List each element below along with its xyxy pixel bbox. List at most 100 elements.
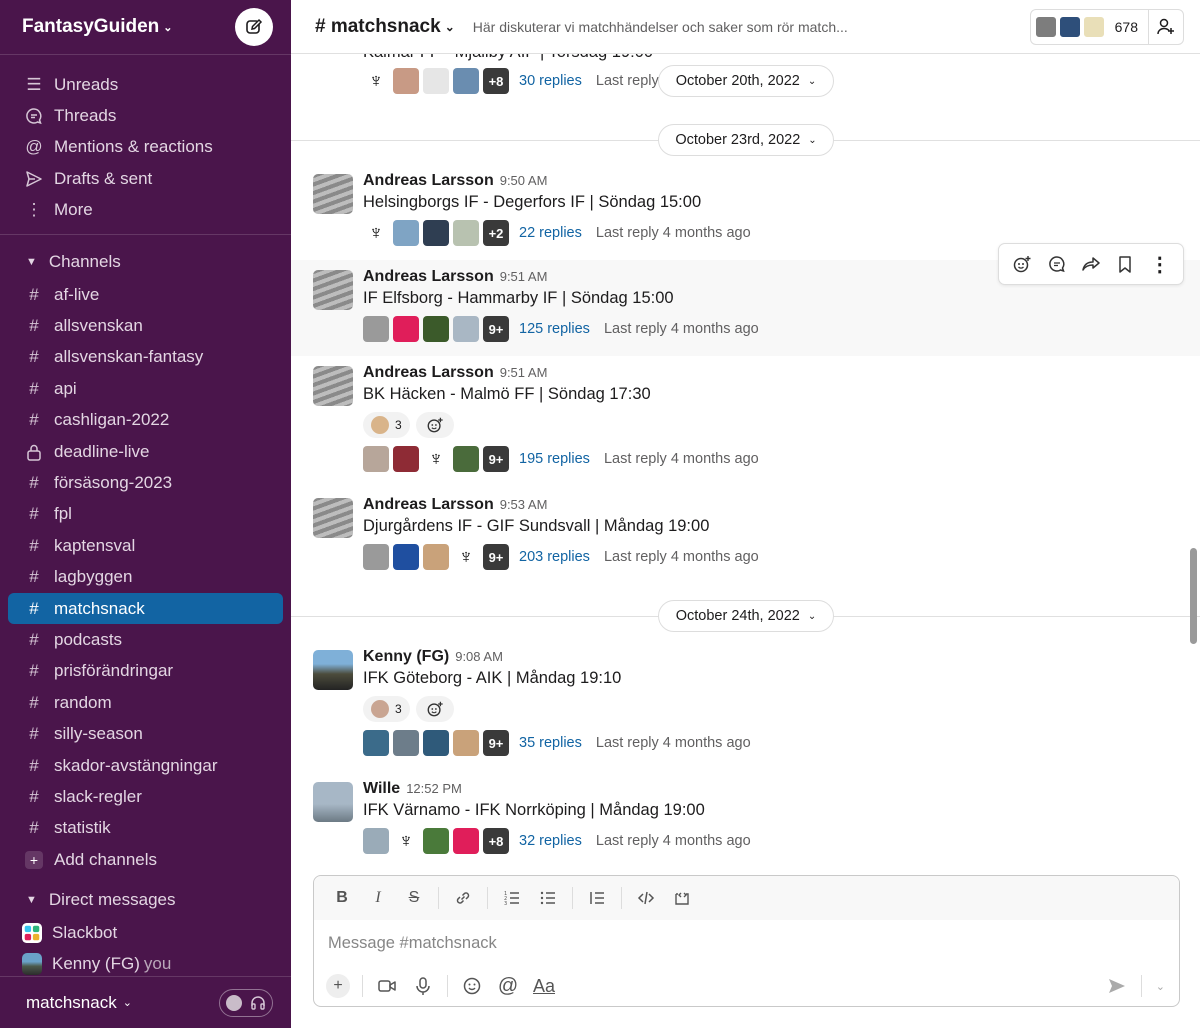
- dm-slackbot[interactable]: Slackbot: [0, 917, 291, 948]
- timestamp[interactable]: 9:50 AM: [500, 173, 548, 188]
- bold-icon[interactable]: B: [326, 882, 358, 914]
- avatar[interactable]: [313, 498, 353, 538]
- video-icon[interactable]: [371, 970, 403, 1002]
- bullet-list-icon[interactable]: [532, 882, 564, 914]
- author-name[interactable]: Andreas Larsson: [363, 496, 494, 513]
- timestamp[interactable]: 9:08 AM: [455, 649, 503, 664]
- replies-link[interactable]: 22 replies: [519, 225, 582, 241]
- sidebar-channel-random[interactable]: # random: [0, 687, 291, 718]
- sidebar-channel-cashligan-2022[interactable]: # cashligan-2022: [0, 405, 291, 436]
- timestamp[interactable]: 12:52 PM: [406, 781, 462, 796]
- thread-summary[interactable]: ♆ +8 30 replies Last reply: [363, 68, 659, 94]
- avatar[interactable]: [313, 270, 353, 310]
- sidebar-channel-silly-season[interactable]: # silly-season: [0, 718, 291, 749]
- sidebar-channel-försäsong-2023[interactable]: # försäsong-2023: [0, 467, 291, 498]
- avatar[interactable]: [313, 366, 353, 406]
- sidebar-channel-skador-avstängningar[interactable]: # skador-avstängningar: [0, 750, 291, 781]
- avatar[interactable]: [313, 174, 353, 214]
- attach-button[interactable]: +: [322, 970, 354, 1002]
- timestamp[interactable]: 9:51 AM: [500, 269, 548, 284]
- mention-icon[interactable]: @: [492, 970, 524, 1002]
- scrollbar-thumb[interactable]: [1190, 548, 1197, 644]
- sidebar-channel-matchsnack[interactable]: # matchsnack: [8, 592, 283, 625]
- nav-threads[interactable]: Threads: [0, 100, 291, 131]
- more-actions-icon[interactable]: ⋮: [1146, 250, 1174, 278]
- add-people-button[interactable]: [1149, 17, 1183, 37]
- huddle-toggle[interactable]: [219, 988, 273, 1017]
- add-reaction-button[interactable]: [415, 696, 454, 722]
- workspace-name[interactable]: FantasyGuiden ⌄: [22, 16, 172, 38]
- chevron-down-icon[interactable]: ⌄: [1156, 980, 1165, 993]
- sidebar-channel-deadline-live[interactable]: deadline-live: [0, 436, 291, 467]
- members-button[interactable]: 678: [1031, 9, 1149, 44]
- emoji-icon[interactable]: [456, 970, 488, 1002]
- date-divider-pill[interactable]: October 24th, 2022 ⌄: [658, 600, 834, 632]
- timestamp[interactable]: 9:51 AM: [500, 365, 548, 380]
- author-name[interactable]: Andreas Larsson: [363, 268, 494, 285]
- bookmark-icon[interactable]: [1111, 250, 1139, 278]
- blockquote-icon[interactable]: [581, 882, 613, 914]
- thread-summary[interactable]: ♆ +2 22 replies Last reply 4 months ago: [363, 220, 751, 246]
- author-name[interactable]: Andreas Larsson: [363, 172, 494, 189]
- sidebar-channel-fpl[interactable]: # fpl: [0, 499, 291, 530]
- sidebar-channel-statistik[interactable]: # statistik: [0, 813, 291, 844]
- ordered-list-icon[interactable]: 123: [496, 882, 528, 914]
- thread-summary[interactable]: ♆ 9+ 195 replies Last reply 4 months ago: [363, 446, 759, 472]
- sidebar-channel-prisförändringar[interactable]: # prisförändringar: [0, 656, 291, 687]
- sidebar-channel-allsvenskan[interactable]: # allsvenskan: [0, 310, 291, 341]
- channel-topic[interactable]: Här diskuterar vi matchhändelser och sak…: [473, 19, 848, 35]
- author-name[interactable]: Wille: [363, 780, 400, 797]
- date-divider-pill[interactable]: October 20th, 2022 ⌄: [658, 65, 834, 97]
- text-format-icon[interactable]: Aa: [528, 970, 560, 1002]
- sidebar-channel-slack-regler[interactable]: # slack-regler: [0, 781, 291, 812]
- sidebar-channel-af-live[interactable]: # af-live: [0, 279, 291, 310]
- author-name[interactable]: Kenny (FG): [363, 648, 449, 665]
- share-icon[interactable]: [1077, 250, 1105, 278]
- avatar[interactable]: [313, 782, 353, 822]
- italic-icon[interactable]: I: [362, 882, 394, 914]
- nav-unreads[interactable]: ☰ Unreads: [0, 69, 291, 100]
- add-reaction-button[interactable]: [415, 412, 454, 438]
- code-block-icon[interactable]: [666, 882, 698, 914]
- channels-section-header[interactable]: ▼ Channels: [0, 245, 291, 279]
- date-divider-pill[interactable]: October 23rd, 2022 ⌄: [658, 124, 834, 156]
- sidebar-channel-api[interactable]: # api: [0, 373, 291, 404]
- nav-mentions[interactable]: @ Mentions & reactions: [0, 132, 291, 163]
- replies-link[interactable]: 30 replies: [519, 73, 582, 89]
- author-name[interactable]: Andreas Larsson: [363, 364, 494, 381]
- sidebar-channel-allsvenskan-fantasy[interactable]: # allsvenskan-fantasy: [0, 342, 291, 373]
- compose-button[interactable]: [235, 8, 273, 46]
- channel-title[interactable]: # matchsnack ⌄: [315, 16, 455, 38]
- send-icon[interactable]: [1107, 976, 1127, 996]
- replies-link[interactable]: 203 replies: [519, 549, 590, 565]
- thread-summary[interactable]: 9+ 35 replies Last reply 4 months ago: [363, 730, 751, 756]
- sidebar-channel-podcasts[interactable]: # podcasts: [0, 624, 291, 655]
- code-icon[interactable]: [630, 882, 662, 914]
- avatar[interactable]: [313, 650, 353, 690]
- replies-link[interactable]: 32 replies: [519, 833, 582, 849]
- link-icon[interactable]: [447, 882, 479, 914]
- replies-link[interactable]: 35 replies: [519, 735, 582, 751]
- nav-drafts[interactable]: Drafts & sent: [0, 163, 291, 194]
- timestamp[interactable]: 9:53 AM: [500, 497, 548, 512]
- thread-summary[interactable]: ♆ +8 32 replies Last reply 4 months ago: [363, 828, 751, 854]
- replies-link[interactable]: 195 replies: [519, 451, 590, 467]
- hash-icon: #: [29, 535, 39, 555]
- nav-more[interactable]: ⋮ More: [0, 195, 291, 226]
- strikethrough-icon[interactable]: S: [398, 882, 430, 914]
- replies-link[interactable]: 125 replies: [519, 321, 590, 337]
- dm-section-header[interactable]: ▼ Direct messages: [0, 883, 291, 917]
- reply-thread-icon[interactable]: [1043, 250, 1071, 278]
- microphone-icon[interactable]: [407, 970, 439, 1002]
- reaction-pill[interactable]: 3: [363, 696, 410, 722]
- thread-summary[interactable]: ♆ 9+ 203 replies Last reply 4 months ago: [363, 544, 759, 570]
- add-channels-button[interactable]: + Add channels: [0, 844, 291, 875]
- message-text: Kalmar FF - Mjällby AIF | Torsdag 19:00: [363, 54, 659, 62]
- footer-channel[interactable]: matchsnack ⌄: [26, 993, 132, 1013]
- add-reaction-icon[interactable]: [1008, 250, 1036, 278]
- sidebar-channel-kaptensval[interactable]: # kaptensval: [0, 530, 291, 561]
- reaction-pill[interactable]: 3: [363, 412, 410, 438]
- thread-summary[interactable]: 9+ 125 replies Last reply 4 months ago: [363, 316, 759, 342]
- sidebar-channel-lagbyggen[interactable]: # lagbyggen: [0, 561, 291, 592]
- message-input[interactable]: Message #matchsnack: [314, 920, 1179, 966]
